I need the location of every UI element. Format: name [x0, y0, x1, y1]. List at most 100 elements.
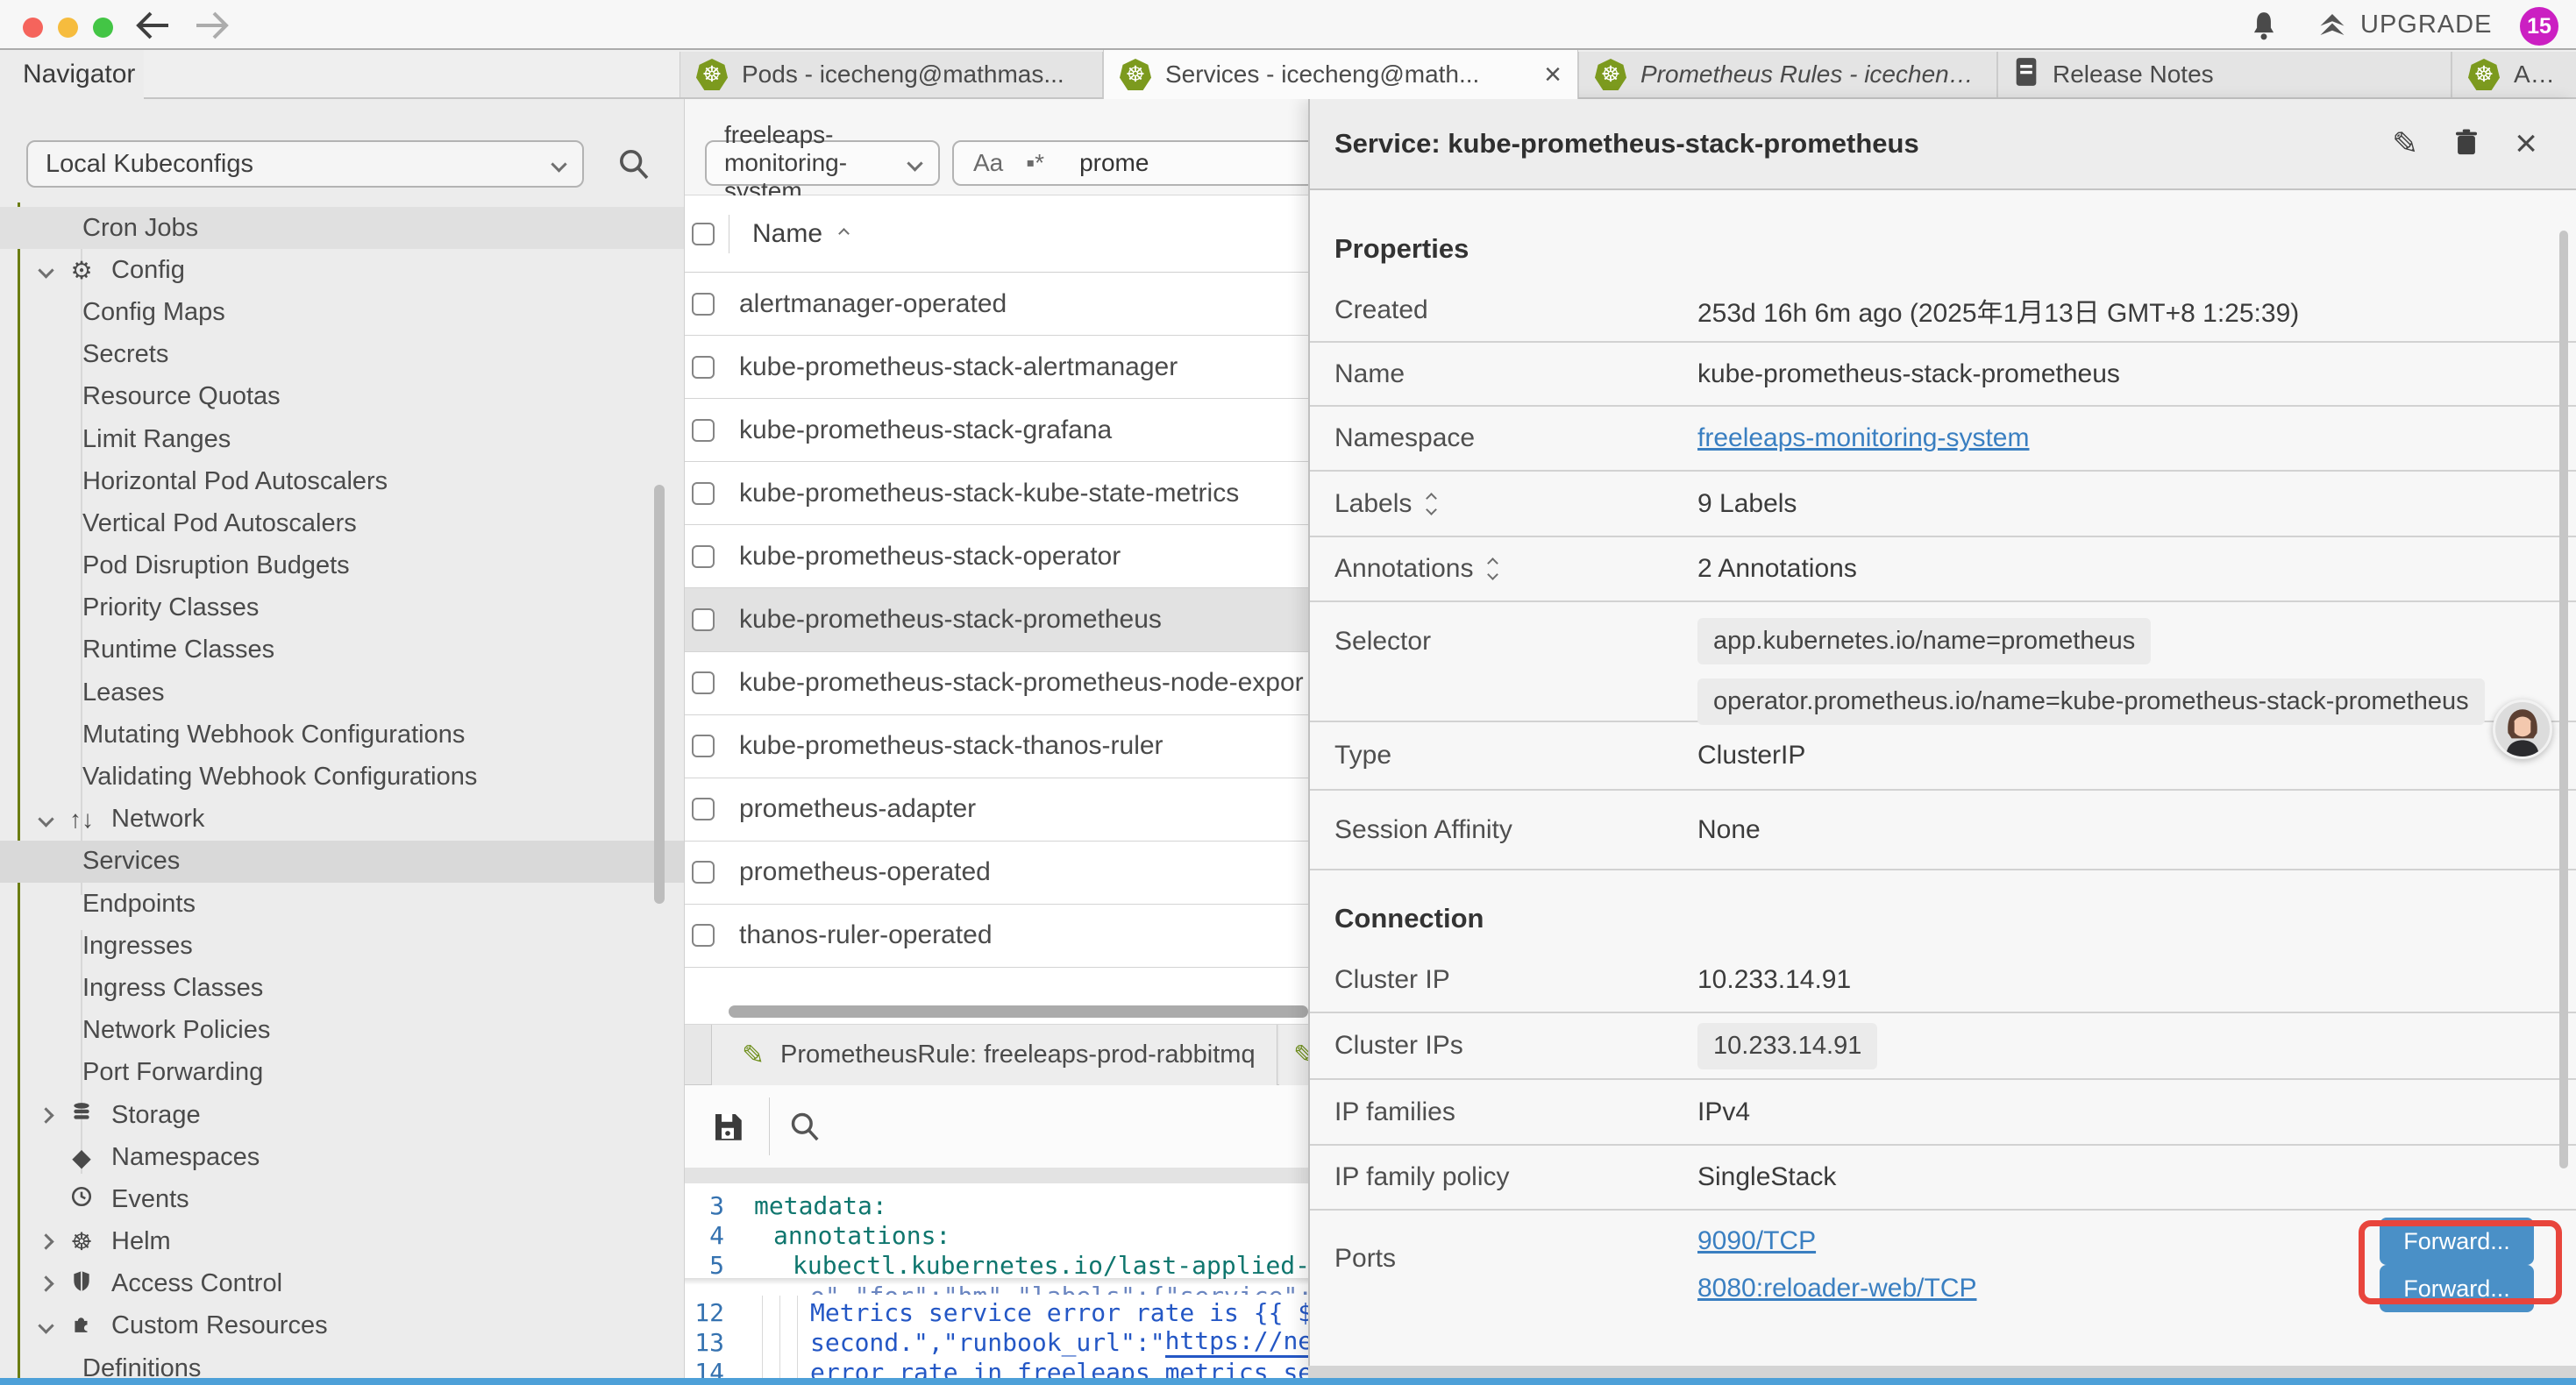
row-checkbox[interactable]: [692, 671, 715, 694]
match-case-toggle[interactable]: Aa: [973, 149, 1003, 177]
upgrade-label: UPGRADE: [2360, 11, 2492, 39]
expand-toggle-icon[interactable]: [1489, 559, 1497, 579]
sidebar-item-mutating-webhook-configurations[interactable]: Mutating Webhook Configurations: [0, 714, 684, 756]
port-link[interactable]: 9090/TCP: [1697, 1226, 1816, 1256]
name-column-header[interactable]: Name: [752, 219, 848, 249]
table-row[interactable]: kube-prometheus-stack-operator: [685, 525, 1308, 588]
regex-toggle[interactable]: ▪*: [1026, 149, 1044, 177]
close-icon[interactable]: ×: [2515, 124, 2537, 163]
sidebar-item-namespaces[interactable]: ◆Namespaces: [0, 1136, 684, 1178]
table-row[interactable]: thanos-ruler-operated: [685, 905, 1308, 968]
sidebar-item-helm[interactable]: ☸Helm: [0, 1221, 684, 1263]
sidebar-item-horizontal-pod-autoscalers[interactable]: Horizontal Pod Autoscalers: [0, 460, 684, 502]
sidebar-item-resource-quotas[interactable]: Resource Quotas: [0, 376, 684, 418]
sidebar-scrollbar[interactable]: [654, 485, 665, 904]
sidebar-item-ingress-classes[interactable]: Ingress Classes: [0, 967, 684, 1009]
table-row[interactable]: prometheus-operated: [685, 842, 1308, 905]
sidebar-item-config-maps[interactable]: Config Maps: [0, 291, 684, 333]
chevron-down-icon: [907, 155, 922, 171]
kubernetes-icon: ☸: [1595, 59, 1626, 90]
minimize-window-button[interactable]: [58, 18, 78, 38]
editor-tab-prometheusrule[interactable]: ✎ PrometheusRule: freeleaps-prod-rabbitm…: [711, 1025, 1277, 1085]
table-row[interactable]: kube-prometheus-stack-grafana: [685, 399, 1308, 462]
tab-argo[interactable]: ☸ Argo Se: [2451, 52, 2576, 97]
kubeconfig-select[interactable]: Local Kubeconfigs: [26, 140, 584, 188]
sidebar-item-services[interactable]: Services: [0, 841, 684, 883]
code-line: 13second.","runbook_url":"https://net: [685, 1327, 1308, 1357]
table-row[interactable]: kube-prometheus-stack-thanos-ruler: [685, 715, 1308, 778]
edit-icon[interactable]: ✎: [2392, 128, 2418, 160]
table-row[interactable]: alertmanager-operated: [685, 273, 1308, 336]
user-avatar[interactable]: [2493, 700, 2552, 759]
port-link[interactable]: 8080:reloader-web/TCP: [1697, 1274, 1977, 1303]
sidebar-item-network[interactable]: ↑↓Network: [0, 799, 684, 841]
row-checkbox[interactable]: [692, 356, 715, 379]
row-checkbox[interactable]: [692, 608, 715, 631]
sidebar-item-definitions[interactable]: Definitions: [0, 1347, 684, 1378]
tab-services[interactable]: ☸ Services - icecheng@math... ×: [1103, 50, 1578, 99]
navigator-panel-tab[interactable]: Navigator: [0, 50, 144, 99]
table-row-selected[interactable]: kube-prometheus-stack-prometheus: [685, 588, 1308, 651]
close-window-button[interactable]: [23, 18, 43, 38]
expand-toggle-icon[interactable]: [1427, 494, 1435, 514]
horizontal-scrollbar[interactable]: [729, 1005, 1308, 1018]
row-checkbox[interactable]: [692, 924, 715, 947]
search-input[interactable]: Aa ▪* prome: [952, 140, 1308, 186]
save-icon[interactable]: [709, 1108, 746, 1149]
table-row[interactable]: kube-prometheus-stack-prometheus-node-ex…: [685, 652, 1308, 715]
forward-arrow-icon[interactable]: [193, 11, 231, 40]
yaml-editor[interactable]: 3metadata: 4annotations: 5kubectl.kubern…: [685, 1183, 1308, 1378]
row-checkbox[interactable]: [692, 293, 715, 316]
table-row[interactable]: kube-prometheus-stack-alertmanager: [685, 336, 1308, 399]
sidebar-item-leases[interactable]: Leases: [0, 671, 684, 714]
sidebar-item-config[interactable]: ⚙Config: [0, 249, 684, 291]
table-row[interactable]: kube-prometheus-stack-kube-state-metrics: [685, 462, 1308, 525]
row-checkbox[interactable]: [692, 735, 715, 757]
sidebar-item-endpoints[interactable]: Endpoints: [0, 883, 684, 925]
sidebar-item-access-control[interactable]: Access Control: [0, 1263, 684, 1305]
double-chevron-up-icon: [2316, 9, 2348, 40]
row-checkbox[interactable]: [692, 861, 715, 884]
search-icon[interactable]: [788, 1110, 822, 1147]
sidebar-item-secrets[interactable]: Secrets: [0, 334, 684, 376]
sidebar-item-runtime-classes[interactable]: Runtime Classes: [0, 629, 684, 671]
row-checkbox[interactable]: [692, 482, 715, 505]
select-all-checkbox[interactable]: [692, 223, 715, 245]
tab-strip: Navigator ☸ Pods - icecheng@mathmas... ☸…: [0, 50, 2576, 99]
connection-section-header: Connection: [1310, 870, 2576, 948]
notifications-bell-icon[interactable]: [2247, 10, 2281, 43]
namespace-link[interactable]: freeleaps-monitoring-system: [1697, 423, 2029, 453]
sidebar-item-events[interactable]: Events: [0, 1178, 684, 1220]
editor-tab-partial[interactable]: ✎: [1279, 1025, 1308, 1085]
close-tab-icon[interactable]: ×: [1544, 58, 1562, 92]
back-arrow-icon[interactable]: [133, 11, 172, 40]
table-row[interactable]: prometheus-adapter: [685, 778, 1308, 842]
sidebar-item-storage[interactable]: Storage: [0, 1094, 684, 1136]
sidebar-item-pod-disruption-budgets[interactable]: Pod Disruption Budgets: [0, 545, 684, 587]
sidebar-item-ingresses[interactable]: Ingresses: [0, 925, 684, 967]
code-line: 5kubectl.kubernetes.io/last-applied-co: [685, 1250, 1308, 1280]
namespace-select[interactable]: freeleaps-monitoring-system: [705, 140, 940, 186]
services-list-panel: freeleaps-monitoring-system Aa ▪* prome …: [684, 99, 1308, 1378]
tab-release-notes[interactable]: Release Notes: [1997, 52, 2451, 97]
search-icon[interactable]: [616, 146, 651, 182]
sidebar-item-network-policies[interactable]: Network Policies: [0, 1010, 684, 1052]
row-checkbox[interactable]: [692, 545, 715, 568]
row-checkbox[interactable]: [692, 798, 715, 820]
sidebar-item-priority-classes[interactable]: Priority Classes: [0, 587, 684, 629]
notification-count-badge[interactable]: 15: [2520, 7, 2558, 46]
detail-scrollbar[interactable]: [2559, 231, 2568, 1168]
upgrade-button[interactable]: UPGRADE: [2316, 9, 2492, 40]
maximize-window-button[interactable]: [93, 18, 113, 38]
sidebar-item-custom-resources[interactable]: Custom Resources: [0, 1305, 684, 1347]
tab-prometheus-rules[interactable]: ☸ Prometheus Rules - icecheng...: [1578, 52, 1997, 97]
sidebar-item-validating-webhook-configurations[interactable]: Validating Webhook Configurations: [0, 756, 684, 798]
code-link[interactable]: https://net: [1165, 1326, 1308, 1358]
sidebar-item-limit-ranges[interactable]: Limit Ranges: [0, 418, 684, 460]
sidebar-item-port-forwarding[interactable]: Port Forwarding: [0, 1052, 684, 1094]
row-checkbox[interactable]: [692, 419, 715, 442]
sidebar-item-cron-jobs[interactable]: Cron Jobs: [0, 207, 684, 249]
delete-trash-icon[interactable]: [2451, 125, 2481, 163]
tab-pods[interactable]: ☸ Pods - icecheng@mathmas...: [680, 52, 1103, 97]
sidebar-item-vertical-pod-autoscalers[interactable]: Vertical Pod Autoscalers: [0, 502, 684, 544]
